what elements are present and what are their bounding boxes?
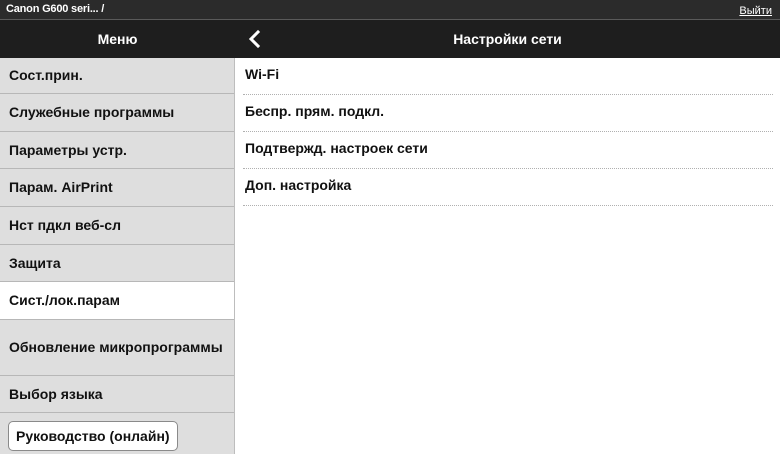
online-manual-button[interactable]: Руководство (онлайн) — [8, 421, 178, 451]
list-item-wifi[interactable]: Wi-Fi — [243, 58, 773, 95]
list-item-confirm-network-settings[interactable]: Подтвержд. настроек сети — [243, 132, 773, 169]
sidebar-item-airprint[interactable]: Парам. AirPrint — [0, 169, 234, 207]
sidebar-item-security[interactable]: Защита — [0, 245, 234, 282]
sidebar-item-web-service[interactable]: Нст пдкл веб-сл — [0, 207, 234, 245]
sidebar-item-device-settings[interactable]: Параметры устр. — [0, 132, 234, 169]
main-content: Wi-Fi Беспр. прям. подкл. Подтвержд. нас… — [235, 58, 780, 454]
list-item-advanced-setup[interactable]: Доп. настройка — [243, 169, 773, 206]
sidebar-item-firmware-update[interactable]: Обновление микропрограммы — [0, 320, 234, 376]
sidebar-item-language[interactable]: Выбор языка — [0, 376, 234, 413]
sidebar-item-utilities[interactable]: Служебные программы — [0, 94, 234, 132]
page-title: Настройки сети — [453, 31, 562, 47]
menu-title: Меню — [97, 31, 138, 47]
top-bar: Canon G600 seri... / Выйти — [0, 0, 780, 20]
sidebar-item-system-settings[interactable]: Сист./лок.парам — [0, 282, 234, 320]
device-name: Canon G600 seri... / — [6, 3, 105, 15]
sidebar-item-printer-status[interactable]: Сост.прин. — [0, 58, 234, 94]
header-bar: Меню Настройки сети — [0, 20, 780, 58]
logout-link[interactable]: Выйти — [739, 5, 772, 17]
sidebar-menu: Сост.прин. Служебные программы Параметры… — [0, 58, 235, 454]
list-item-wireless-direct[interactable]: Беспр. прям. подкл. — [243, 95, 773, 132]
